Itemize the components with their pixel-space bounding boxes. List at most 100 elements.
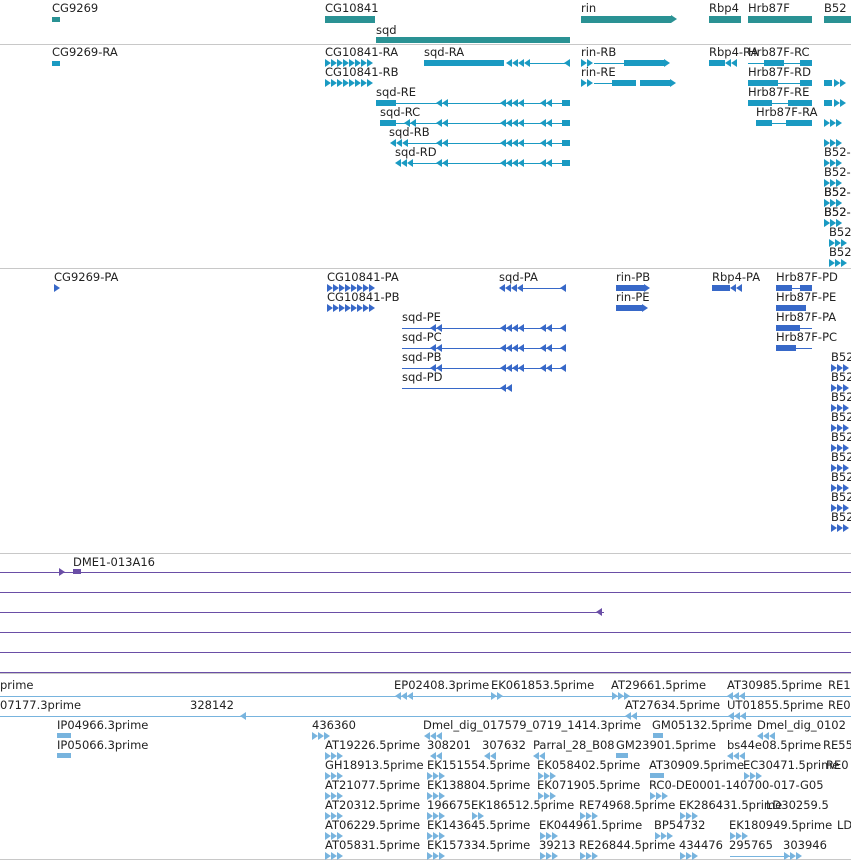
protein-track-label[interactable]: sqd-PB — [402, 351, 442, 364]
protein-track-label[interactable]: Hrb87F-PA — [776, 311, 836, 324]
est-track-label[interactable]: AT06229.5prime — [325, 819, 420, 832]
protein-track-label[interactable]: sqd-PA — [499, 271, 538, 284]
protein-track-label[interactable]: B52 — [831, 451, 851, 464]
mrna-track-label[interactable]: sqd-RB — [389, 126, 430, 139]
feature-block[interactable] — [562, 120, 570, 126]
feature-block[interactable] — [562, 140, 570, 146]
protein-track-label[interactable]: CG9269-PA — [54, 271, 118, 284]
clone-track-label[interactable]: DME1-013A16 — [73, 556, 155, 569]
est-track-label[interactable]: prime — [0, 679, 34, 692]
est-track-label[interactable]: RE74968.5prime — [579, 799, 675, 812]
mrna-track-label[interactable]: rin-RE — [581, 66, 616, 79]
protein-track-label[interactable]: sqd-PC — [402, 331, 442, 344]
est-track-label[interactable]: 07177.3prime — [0, 699, 81, 712]
mrna-track-label[interactable]: sqd-RA — [424, 46, 464, 59]
gene-track-label[interactable]: B52 — [824, 2, 847, 15]
est-track-label[interactable]: EK151554.5prime — [427, 759, 530, 772]
est-track-label[interactable]: RE1 — [828, 679, 851, 692]
mrna-track-label[interactable]: B52 — [829, 246, 851, 259]
est-track-label[interactable]: 308201 — [427, 739, 471, 752]
feature-block[interactable] — [562, 160, 570, 166]
gene-track-label[interactable]: CG10841 — [325, 2, 379, 15]
genome-browser-view[interactable]: CG9269 CG10841 sqd rin Rbp4 Hrb87F B52 CG9269-R… — [0, 0, 851, 861]
mrna-track-label[interactable]: rin-RB — [581, 46, 616, 59]
mrna-track-label[interactable]: Hrb87F-RD — [748, 66, 811, 79]
est-track-label[interactable]: EK143645.5prime — [427, 819, 530, 832]
protein-track-label[interactable]: Rbp4-PA — [712, 271, 760, 284]
est-track-label[interactable]: GH18913.5prime — [325, 759, 424, 772]
est-track-label[interactable]: RE26844.5prime — [579, 839, 675, 852]
protein-track-label[interactable]: B52 — [831, 431, 851, 444]
mrna-track-label[interactable]: sqd-RC — [380, 106, 420, 119]
gene-B52[interactable] — [824, 16, 851, 23]
gene-track-label[interactable]: Rbp4 — [709, 2, 739, 15]
est-track-label[interactable]: 328142 — [190, 699, 234, 712]
est-track-label[interactable]: EK044961.5prime — [539, 819, 642, 832]
protein-track-label[interactable]: B52 — [831, 471, 851, 484]
est-track-label[interactable]: AT29661.5prime — [611, 679, 706, 692]
est-track-label[interactable]: AT19226.5prime — [325, 739, 420, 752]
clone-DME1-013A16[interactable] — [73, 569, 81, 574]
mrna-track-label[interactable]: sqd-RE — [376, 86, 416, 99]
feature-block[interactable] — [57, 733, 71, 738]
protein-track-label[interactable]: B52 — [831, 391, 851, 404]
feature-block[interactable] — [709, 60, 725, 66]
est-track-label[interactable]: EK157334.5prime — [427, 839, 530, 852]
protein-track-label[interactable]: B52 — [831, 491, 851, 504]
feature-block[interactable] — [562, 100, 570, 106]
est-track-label[interactable]: LD — [837, 819, 851, 832]
est-track-label[interactable]: AT30985.5prime — [727, 679, 822, 692]
feature-block[interactable] — [640, 80, 670, 86]
feature-block[interactable] — [653, 733, 663, 738]
mrna-track-label[interactable]: Hrb87F-RA — [756, 106, 817, 119]
gene-track-label[interactable]: sqd — [376, 24, 397, 37]
mrna-track-label[interactable]: sqd-RD — [395, 146, 437, 159]
protein-track-label[interactable]: rin-PB — [616, 271, 650, 284]
est-track-label[interactable]: 39213 — [539, 839, 576, 852]
mrna-track-label[interactable]: B52 — [829, 226, 851, 239]
gene-rin[interactable] — [581, 16, 671, 23]
feature-block[interactable] — [616, 753, 628, 758]
feature-block[interactable] — [712, 285, 730, 291]
protein-track-label[interactable]: B52 — [831, 511, 851, 524]
mrna-track-label[interactable]: B52- — [824, 166, 851, 179]
protein-track-label[interactable]: rin-PE — [616, 291, 650, 304]
est-track-label[interactable]: RC0-DE0001-140700-017-G05 — [649, 779, 824, 792]
gene-track-label[interactable]: CG9269 — [52, 2, 98, 15]
est-track-label[interactable]: 303946 — [783, 839, 827, 852]
gene-track-label[interactable]: Hrb87F — [748, 2, 790, 15]
est-track-label[interactable]: EK180949.5prime — [729, 819, 832, 832]
est-track-label[interactable]: 434476 — [679, 839, 723, 852]
feature-block[interactable] — [824, 100, 832, 106]
gene-Rbp4[interactable] — [709, 16, 741, 23]
est-track-label[interactable]: AT27634.5prime — [625, 699, 720, 712]
mrna-track-label[interactable]: Hrb87F-RC — [748, 46, 810, 59]
est-track-label[interactable]: Parral_28_B08 — [533, 739, 615, 752]
est-track-label[interactable]: IP05066.3prime — [57, 739, 148, 752]
gene-sqd[interactable] — [376, 37, 570, 43]
est-track-label[interactable]: RE0 — [826, 759, 849, 772]
mrna-CG9269-RA[interactable] — [52, 61, 60, 66]
est-track-label[interactable]: 295765 — [729, 839, 773, 852]
mrna-track-label[interactable]: B52- — [824, 146, 851, 159]
est-track-label[interactable]: AT30909.5prime — [649, 759, 744, 772]
est-track-label[interactable]: UT01855.5prime — [727, 699, 824, 712]
mrna-sqd-RA[interactable] — [424, 60, 504, 66]
feature-block[interactable] — [616, 305, 642, 311]
est-track-label[interactable]: RE0 — [828, 699, 851, 712]
protein-track-label[interactable]: Hrb87F-PE — [776, 291, 836, 304]
est-track-label[interactable]: EK138804.5prime — [427, 779, 530, 792]
feature-block[interactable] — [786, 120, 812, 126]
protein-track-label[interactable]: B52 — [831, 351, 851, 364]
gene-CG9269[interactable] — [52, 17, 60, 22]
protein-track-label[interactable]: CG10841-PB — [327, 291, 400, 304]
est-track-label[interactable]: 436360 — [312, 719, 356, 732]
est-track-label[interactable]: BP54732 — [654, 819, 705, 832]
feature-block[interactable] — [650, 773, 664, 778]
gene-CG10841[interactable] — [325, 16, 375, 23]
est-track-label[interactable]: EK058402.5prime — [537, 759, 640, 772]
est-track-label[interactable]: Dmel_dig_0102 — [757, 719, 846, 732]
est-track-label[interactable]: GM05132.5prime — [652, 719, 752, 732]
protein-track-label[interactable]: B52 — [831, 371, 851, 384]
est-track-label[interactable]: bs44e08.5prime — [727, 739, 821, 752]
